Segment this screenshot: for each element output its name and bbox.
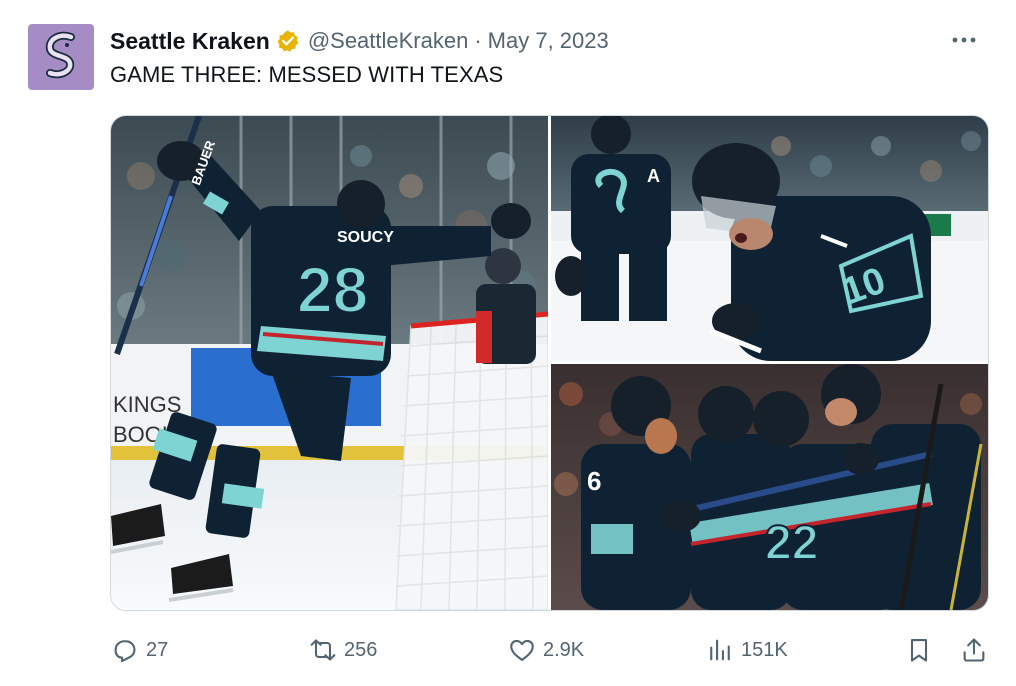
like-count: 2.9K: [543, 638, 585, 661]
tweet: Seattle Kraken @SeattleKraken · May 7, 2…: [0, 0, 1016, 686]
jersey-name-soucy: SOUCY: [337, 229, 394, 246]
share-icon: [959, 635, 989, 665]
reply-count: 27: [146, 638, 169, 661]
author-handle[interactable]: @SeattleKraken: [308, 28, 469, 54]
avatar[interactable]: [28, 24, 94, 90]
jersey-number-28: 28: [297, 254, 368, 326]
more-options-icon[interactable]: [948, 24, 980, 56]
media-grid: KINGS BOOK SOUCY 28 BAUER A 10 6 22: [110, 115, 989, 611]
photo-team-group-hug[interactable]: 6 22: [551, 364, 988, 610]
like-button[interactable]: 2.9K: [507, 630, 584, 670]
retweet-button[interactable]: 256: [308, 630, 377, 670]
share-button[interactable]: [959, 630, 995, 670]
separator-dot: ·: [474, 28, 482, 53]
photo-number-10-celebration[interactable]: A 10: [551, 116, 988, 361]
author-name[interactable]: Seattle Kraken: [110, 28, 270, 55]
views-count: 151K: [741, 638, 788, 661]
retweet-count: 256: [344, 638, 378, 661]
jersey-number-6: 6: [587, 466, 601, 496]
views-chart-icon: [705, 635, 735, 665]
svg-text:KINGS: KINGS: [113, 392, 181, 417]
kraken-logo-icon: [45, 31, 75, 79]
photo-soucy-celebration[interactable]: KINGS BOOK SOUCY 28 BAUER: [111, 116, 548, 610]
reply-button[interactable]: 27: [110, 630, 168, 670]
retweet-icon: [308, 635, 338, 665]
heart-icon: [507, 635, 537, 665]
jersey-number-22: 22: [765, 517, 818, 570]
views-button[interactable]: 151K: [705, 630, 788, 670]
tweet-header: Seattle Kraken @SeattleKraken · May 7, 2…: [110, 26, 609, 56]
bookmark-button[interactable]: [904, 630, 940, 670]
reply-icon: [110, 635, 140, 665]
verified-gold-badge-icon[interactable]: [276, 29, 300, 53]
captain-letter: A: [647, 166, 660, 186]
tweet-actions: 27 256 2.9K 151K: [110, 630, 990, 670]
tweet-date[interactable]: May 7, 2023: [488, 28, 609, 54]
tweet-text: GAME THREE: MESSED WITH TEXAS: [110, 62, 504, 87]
bookmark-icon: [904, 635, 934, 665]
